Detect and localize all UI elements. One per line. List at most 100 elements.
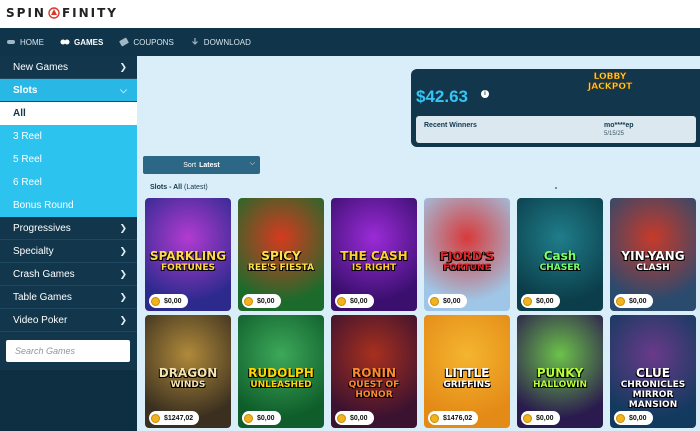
price-value: $0,00: [257, 414, 275, 422]
jackpot-price-badge: $0,00: [335, 294, 374, 308]
sort-dropdown[interactable]: Sort Latest ⌵: [143, 156, 260, 174]
nav-download[interactable]: DOWNLOAD: [190, 37, 251, 47]
nav-coupons-label: COUPONS: [133, 37, 174, 47]
chevron-right-icon: ❯: [119, 291, 127, 302]
sidebar-item-specialty[interactable]: Specialty ❯: [0, 240, 137, 263]
coin-icon: [151, 413, 160, 423]
game-title-sub: WINDS: [170, 380, 206, 390]
sidebar-item-progressives[interactable]: Progressives ❯: [0, 217, 137, 240]
game-tile[interactable]: FJORD'S FORTUNE $0,00: [424, 198, 510, 311]
sidebar-item-new-games[interactable]: New Games ❯: [0, 56, 137, 79]
price-value: $0,00: [536, 414, 554, 422]
game-title: RUDOLPH UNLEASHED: [240, 366, 322, 391]
sidebar-item-label: Video Poker: [13, 314, 68, 326]
nav-coupons[interactable]: COUPONS: [119, 37, 174, 47]
coin-icon: [523, 413, 532, 423]
download-icon: [191, 38, 198, 45]
game-title-main: SPICY: [261, 249, 301, 263]
game-title: SPARKLING FORTUNES: [147, 250, 229, 274]
nav-home[interactable]: HOME: [6, 37, 44, 47]
sidebar-sub-label: 5 Reel: [13, 154, 42, 165]
game-tile[interactable]: RUDOLPH UNLEASHED $0,00: [238, 315, 324, 428]
coupon-icon: [119, 37, 129, 47]
jackpot-price-badge: $0,00: [242, 411, 281, 425]
game-title-sub: FORTUNE: [443, 263, 491, 273]
jackpot-price-badge: $0,00: [428, 294, 467, 308]
jackpot-price-badge: $0,00: [335, 411, 374, 425]
sidebar-item-table-games[interactable]: Table Games ❯: [0, 286, 137, 309]
game-tile[interactable]: Cash CHASER $0,00: [517, 198, 603, 311]
game-tile[interactable]: SPICY REE'S FIESTA $0,00: [238, 198, 324, 311]
sidebar-sub-all[interactable]: All: [0, 102, 137, 125]
game-title-main: THE CASH: [340, 249, 408, 263]
info-icon[interactable]: i: [481, 90, 489, 98]
coin-icon: [337, 296, 346, 306]
coin-icon: [151, 296, 160, 306]
game-title-sub: QUEST OF HONOR: [348, 380, 400, 400]
gamepad-icon: [7, 40, 15, 44]
coin-icon: [430, 413, 439, 423]
sidebar-sub-5-reel[interactable]: 5 Reel: [0, 148, 137, 171]
game-title: CLUE CHRONICLES MIRROR MANSION: [612, 366, 694, 411]
sidebar-item-label: Table Games: [13, 291, 72, 303]
game-tile[interactable]: LITTLE GRIFFINS $1476,02: [424, 315, 510, 428]
price-value: $0,00: [350, 414, 368, 422]
sidebar-sub-label: Bonus Round: [13, 200, 74, 211]
game-title-sub: REE'S FIESTA: [247, 263, 315, 273]
sort-prefix: Sort: [183, 161, 197, 169]
price-value: $0,00: [629, 414, 647, 422]
lobby-jackpot-panel: $42.63 i LOBBY JACKPOT Recent Winners mo…: [411, 69, 700, 147]
winner-date: 5/15/25: [604, 131, 625, 137]
price-value: $0,00: [629, 297, 647, 305]
game-title-sub: UNLEASHED: [250, 380, 312, 390]
jackpot-price-badge: $0,00: [521, 411, 560, 425]
chevron-right-icon: ❯: [119, 61, 127, 72]
game-title-main: LITTLE: [444, 366, 490, 380]
sort-value: Latest: [199, 161, 220, 169]
site-logo[interactable]: SPIN FINITY: [6, 6, 118, 20]
sidebar-sub-label: 3 Reel: [13, 131, 42, 142]
top-bar: SPIN FINITY: [0, 0, 700, 28]
search-games-input[interactable]: Search Games: [6, 340, 130, 362]
game-title-sub: GRIFFINS: [443, 380, 491, 390]
game-title-main: RUDOLPH: [248, 366, 314, 380]
sidebar-sub-3-reel[interactable]: 3 Reel: [0, 125, 137, 148]
coin-icon: [616, 296, 625, 306]
search-placeholder: Search Games: [15, 346, 76, 356]
game-tile[interactable]: THE CASH IS RIGHT $0,00: [331, 198, 417, 311]
sidebar-sub-label: 6 Reel: [13, 177, 42, 188]
sidebar-item-slots[interactable]: Slots ⌵: [0, 79, 137, 102]
sidebar-sub-bonus-round[interactable]: Bonus Round: [0, 194, 137, 217]
game-tile[interactable]: SPARKLING FORTUNES $0,00: [145, 198, 231, 311]
sidebar-item-label: Progressives: [13, 222, 71, 234]
game-tile[interactable]: RONIN QUEST OF HONOR $0,00: [331, 315, 417, 428]
game-title-main: CLUE: [636, 366, 670, 380]
chevron-down-icon: ⌵: [249, 160, 255, 167]
game-title: SPICY REE'S FIESTA: [240, 249, 322, 274]
sidebar-item-label: Crash Games: [13, 268, 75, 280]
game-tile[interactable]: CLUE CHRONICLES MIRROR MANSION $0,00: [610, 315, 696, 428]
coin-icon: [337, 413, 346, 423]
game-title-main: FJORD'S: [439, 249, 495, 263]
logo-text-right: FINITY: [61, 6, 118, 20]
price-value: $0,00: [350, 297, 368, 305]
game-tile[interactable]: YIN-YANG CLASH $0,00: [610, 198, 696, 311]
sidebar-item-video-poker[interactable]: Video Poker ❯: [0, 309, 137, 332]
nav-games[interactable]: GAMES: [60, 37, 103, 47]
games-icon: [60, 39, 70, 45]
lobby-jackpot-logo: LOBBY JACKPOT: [581, 72, 639, 100]
game-title-main: Cash: [543, 249, 577, 263]
nav-games-label: GAMES: [74, 37, 104, 47]
jackpot-price-badge: $0,00: [242, 294, 281, 308]
sidebar-sub-6-reel[interactable]: 6 Reel: [0, 171, 137, 194]
game-tile[interactable]: DRAGON WINDS $1247,02: [145, 315, 231, 428]
price-value: $0,00: [257, 297, 275, 305]
game-title: THE CASH IS RIGHT: [333, 249, 415, 274]
price-value: $0,00: [443, 297, 461, 305]
recent-winners-box: Recent Winners mo****ep 5/15/25: [416, 116, 696, 143]
sidebar-item-crash-games[interactable]: Crash Games ❯: [0, 263, 137, 286]
logo-text-left: SPIN: [6, 6, 46, 20]
coin-icon: [244, 413, 253, 423]
sidebar-footer: [0, 370, 137, 431]
game-tile[interactable]: PUNKY HALLOWIN $0,00: [517, 315, 603, 428]
